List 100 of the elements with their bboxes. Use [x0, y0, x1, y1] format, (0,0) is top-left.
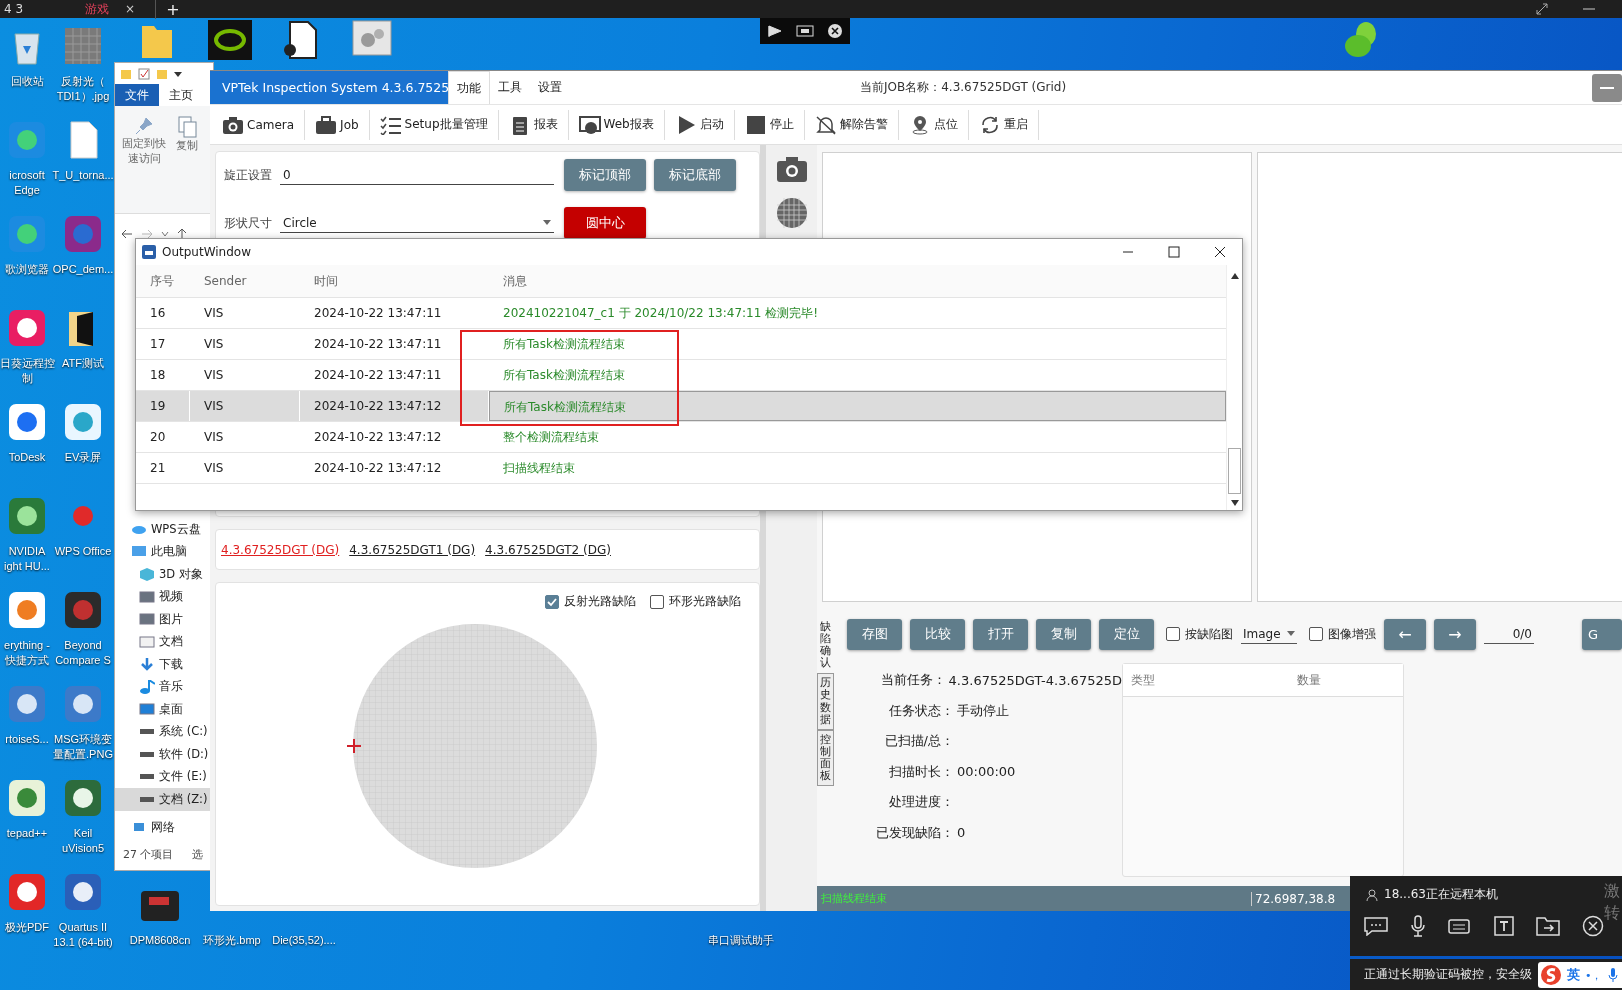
job-link[interactable]: 4.3.67525DGT1 (DG): [349, 542, 476, 557]
action-button[interactable]: 圆中心: [564, 207, 646, 239]
tree-item[interactable]: 文档 (Z:): [115, 788, 213, 811]
globe-icon[interactable]: [63, 872, 103, 912]
desktop-icon-label[interactable]: rtoiseS...: [5, 732, 49, 747]
grid-icon[interactable]: [775, 197, 808, 229]
side-tab[interactable]: 缺陷确认: [817, 617, 834, 674]
ribbon-button[interactable]: 复制: [173, 116, 200, 203]
browser-tab[interactable]: 4 3: [0, 2, 28, 16]
notepad-icon[interactable]: [7, 778, 47, 818]
scrollbar[interactable]: [1226, 265, 1242, 510]
desktop-icon-label[interactable]: Keil uVision5: [62, 826, 104, 856]
log-row[interactable]: 21 VIS 2024-10-22 13:47:12 扫描线程结束: [136, 453, 1226, 484]
desktop-icon-label[interactable]: 串口调试助手: [708, 933, 774, 948]
scroll-up-icon[interactable]: [1230, 273, 1239, 279]
input-mode[interactable]: 英: [1567, 966, 1580, 984]
tree-item[interactable]: 网络: [115, 816, 213, 839]
page-counter[interactable]: 0/0: [1484, 624, 1534, 644]
toolbar-button[interactable]: 点位: [898, 109, 969, 140]
action-button[interactable]: 标记底部: [654, 159, 736, 191]
input-field[interactable]: 0: [280, 165, 554, 185]
job-link[interactable]: 4.3.67525DGT (DG): [221, 542, 340, 557]
folder-icon[interactable]: [1536, 916, 1560, 936]
desktop-icon-label[interactable]: DPM8608cn: [129, 933, 191, 948]
previous-button[interactable]: ←: [1384, 618, 1426, 650]
toolbar-button[interactable]: Job: [305, 109, 370, 140]
action-button[interactable]: G: [1582, 618, 1622, 650]
close-icon[interactable]: [1214, 246, 1226, 258]
ribbon-tab[interactable]: 文件: [115, 83, 159, 107]
desktop-icon-label[interactable]: ToDesk: [8, 450, 46, 465]
punctuation-mode[interactable]: •，: [1585, 967, 1603, 983]
camera-icon[interactable]: [775, 155, 808, 183]
log-row[interactable]: 16 VIS 2024-10-22 13:47:11 202410221047_c1 于 2024/10/22 13:47:11 检测完毕!: [136, 298, 1226, 329]
text-box-icon[interactable]: [1494, 916, 1514, 936]
microphone-icon[interactable]: [1410, 915, 1426, 937]
desktop-icon-label[interactable]: MSG环境变 量配置.PNG: [53, 732, 113, 762]
menu-item[interactable]: 工具: [490, 71, 530, 104]
tree-item[interactable]: 软件 (D:): [115, 743, 213, 766]
checkbox[interactable]: [1309, 627, 1323, 641]
log-row[interactable]: 20 VIS 2024-10-22 13:47:12 整个检测流程结束: [136, 422, 1226, 453]
chat-icon[interactable]: [1364, 916, 1388, 936]
checkbox[interactable]: [1166, 627, 1180, 641]
action-button[interactable]: 定位: [1099, 618, 1154, 650]
checkbox-icon[interactable]: [138, 67, 150, 80]
ribbon-button[interactable]: 固定到快速访问: [119, 116, 170, 203]
toolbar-button[interactable]: 停止: [734, 109, 805, 140]
new-tab-button[interactable]: +: [155, 0, 180, 19]
desktop-icon-label[interactable]: NVIDIA ight HU...: [4, 544, 50, 574]
side-tab[interactable]: 历史数据: [817, 673, 834, 730]
close-tab-button[interactable]: ×: [125, 2, 136, 16]
desktop-icon-label[interactable]: Quartus II 13.1 (64-bit): [53, 920, 113, 950]
action-button[interactable]: 比较: [910, 618, 965, 650]
desktop-icon-label[interactable]: OPC_dem...: [52, 262, 114, 277]
menu-item[interactable]: 设置: [530, 71, 570, 104]
desktop-icon-label[interactable]: 环形光.bmp: [203, 933, 261, 948]
action-button[interactable]: 存图: [847, 618, 902, 650]
toolbar-button[interactable]: Camera: [212, 109, 306, 140]
desktop-icon-label[interactable]: WPS Office: [54, 544, 112, 559]
tree-item[interactable]: 系统 (C:): [115, 720, 213, 743]
tree-item[interactable]: 图片: [115, 608, 213, 631]
select-field[interactable]: Circle: [280, 213, 554, 233]
action-button[interactable]: 打开: [973, 618, 1028, 650]
up-icon[interactable]: [177, 228, 187, 240]
minimize-button[interactable]: [1592, 73, 1622, 102]
job-link[interactable]: 4.3.67525DGT2 (DG): [485, 542, 611, 557]
next-button[interactable]: →: [1434, 618, 1476, 650]
scrollbar-thumb[interactable]: [1228, 448, 1241, 494]
desktop-icon-label[interactable]: tepad++: [6, 826, 48, 841]
tree-item[interactable]: 文档: [115, 630, 213, 653]
back-icon[interactable]: [121, 229, 133, 239]
desktop-icon-label[interactable]: 反射光（ TDI1）.jpg: [56, 74, 110, 104]
tree-item[interactable]: 此电脑: [115, 540, 213, 563]
app-icon[interactable]: [208, 20, 252, 60]
mode-select[interactable]: Image: [1241, 624, 1297, 644]
app-icon[interactable]: [7, 402, 47, 442]
action-button[interactable]: 复制: [1036, 618, 1091, 650]
close-icon[interactable]: [827, 23, 844, 39]
expand-icon[interactable]: [1535, 2, 1549, 16]
toolbar-button[interactable]: 启动: [664, 109, 735, 140]
desktop-icon-label[interactable]: EV录屏: [64, 450, 102, 465]
forward-icon[interactable]: [141, 229, 153, 239]
app-icon[interactable]: [7, 308, 47, 348]
flag-icon[interactable]: [766, 24, 783, 38]
log-row[interactable]: 19 VIS 2024-10-22 13:47:12 所有Task检测流程结束: [136, 391, 1226, 422]
ribbon-tab[interactable]: 主页: [159, 83, 203, 107]
scroll-down-icon[interactable]: [1230, 500, 1239, 506]
menu-item[interactable]: 功能: [448, 70, 490, 105]
desktop-icon-label[interactable]: T_U_torna...: [52, 168, 114, 183]
toolbar-button[interactable]: 重启: [968, 109, 1039, 140]
tree-item[interactable]: 文件 (E:): [115, 765, 213, 788]
app-icon[interactable]: [7, 590, 47, 630]
tree-item[interactable]: 桌面: [115, 698, 213, 721]
toolbar-button[interactable]: Web报表: [568, 109, 665, 140]
desktop-icon-label[interactable]: 极光PDF: [5, 920, 49, 935]
toolbar-button[interactable]: 解除告警: [804, 109, 899, 140]
desktop-icon-label[interactable]: erything - 快捷方式: [4, 638, 50, 668]
toolbar-button[interactable]: Setup批量管理: [369, 109, 499, 140]
screen-icon[interactable]: [796, 24, 814, 38]
tree-item[interactable]: 3D 对象: [115, 563, 213, 586]
tree-item[interactable]: 音乐: [115, 675, 213, 698]
